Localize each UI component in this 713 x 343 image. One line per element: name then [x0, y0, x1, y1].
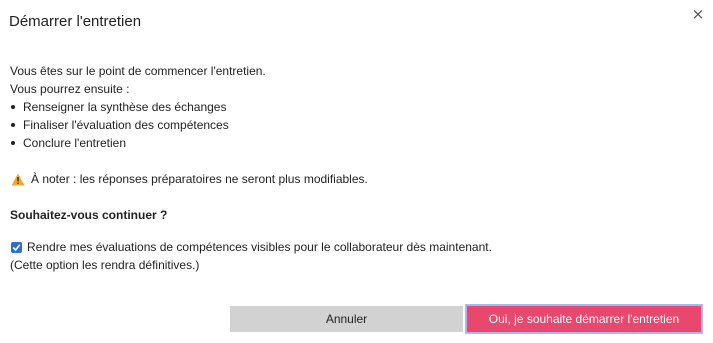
step-label: Conclure l'entretien: [23, 136, 127, 150]
bullet-icon: [11, 141, 15, 145]
steps-list: Renseigner la synthèse des échanges Fina…: [10, 98, 700, 152]
visibility-checkbox[interactable]: [11, 241, 22, 253]
cancel-button[interactable]: Annuler: [230, 306, 463, 332]
intro-text: Vous êtes sur le point de commencer l'en…: [10, 64, 266, 78]
checkbox-note: (Cette option les rendra définitives.): [10, 258, 200, 272]
checkmark-icon: [12, 243, 21, 251]
close-icon[interactable]: ×: [691, 6, 705, 22]
start-interview-dialog: Démarrer l'entretien × Vous êtes sur le …: [0, 0, 713, 343]
dialog-title: Démarrer l'entretien: [9, 13, 142, 30]
list-item: Renseigner la synthèse des échanges: [10, 98, 700, 116]
step-label: Renseigner la synthèse des échanges: [23, 100, 227, 114]
dialog-body: Vous êtes sur le point de commencer l'en…: [10, 62, 700, 274]
list-item: Conclure l'entretien: [10, 134, 700, 152]
warning-notice: À noter : les réponses préparatoires ne …: [10, 170, 700, 188]
step-label: Finaliser l'évaluation des compétences: [23, 118, 229, 132]
warning-text: À noter : les réponses préparatoires ne …: [31, 172, 368, 186]
next-steps-label: Vous pourrez ensuite :: [10, 82, 130, 96]
visibility-option[interactable]: Rendre mes évaluations de compétences vi…: [10, 238, 700, 256]
warning-icon: [11, 173, 25, 186]
list-item: Finaliser l'évaluation des compétences: [10, 116, 700, 134]
bullet-icon: [11, 123, 15, 127]
confirm-question: Souhaitez-vous continuer ?: [10, 208, 168, 222]
confirm-start-button[interactable]: Oui, je souhaite démarrer l'entretien: [465, 304, 703, 334]
bullet-icon: [11, 105, 15, 109]
checkbox-label[interactable]: Rendre mes évaluations de compétences vi…: [27, 238, 492, 256]
